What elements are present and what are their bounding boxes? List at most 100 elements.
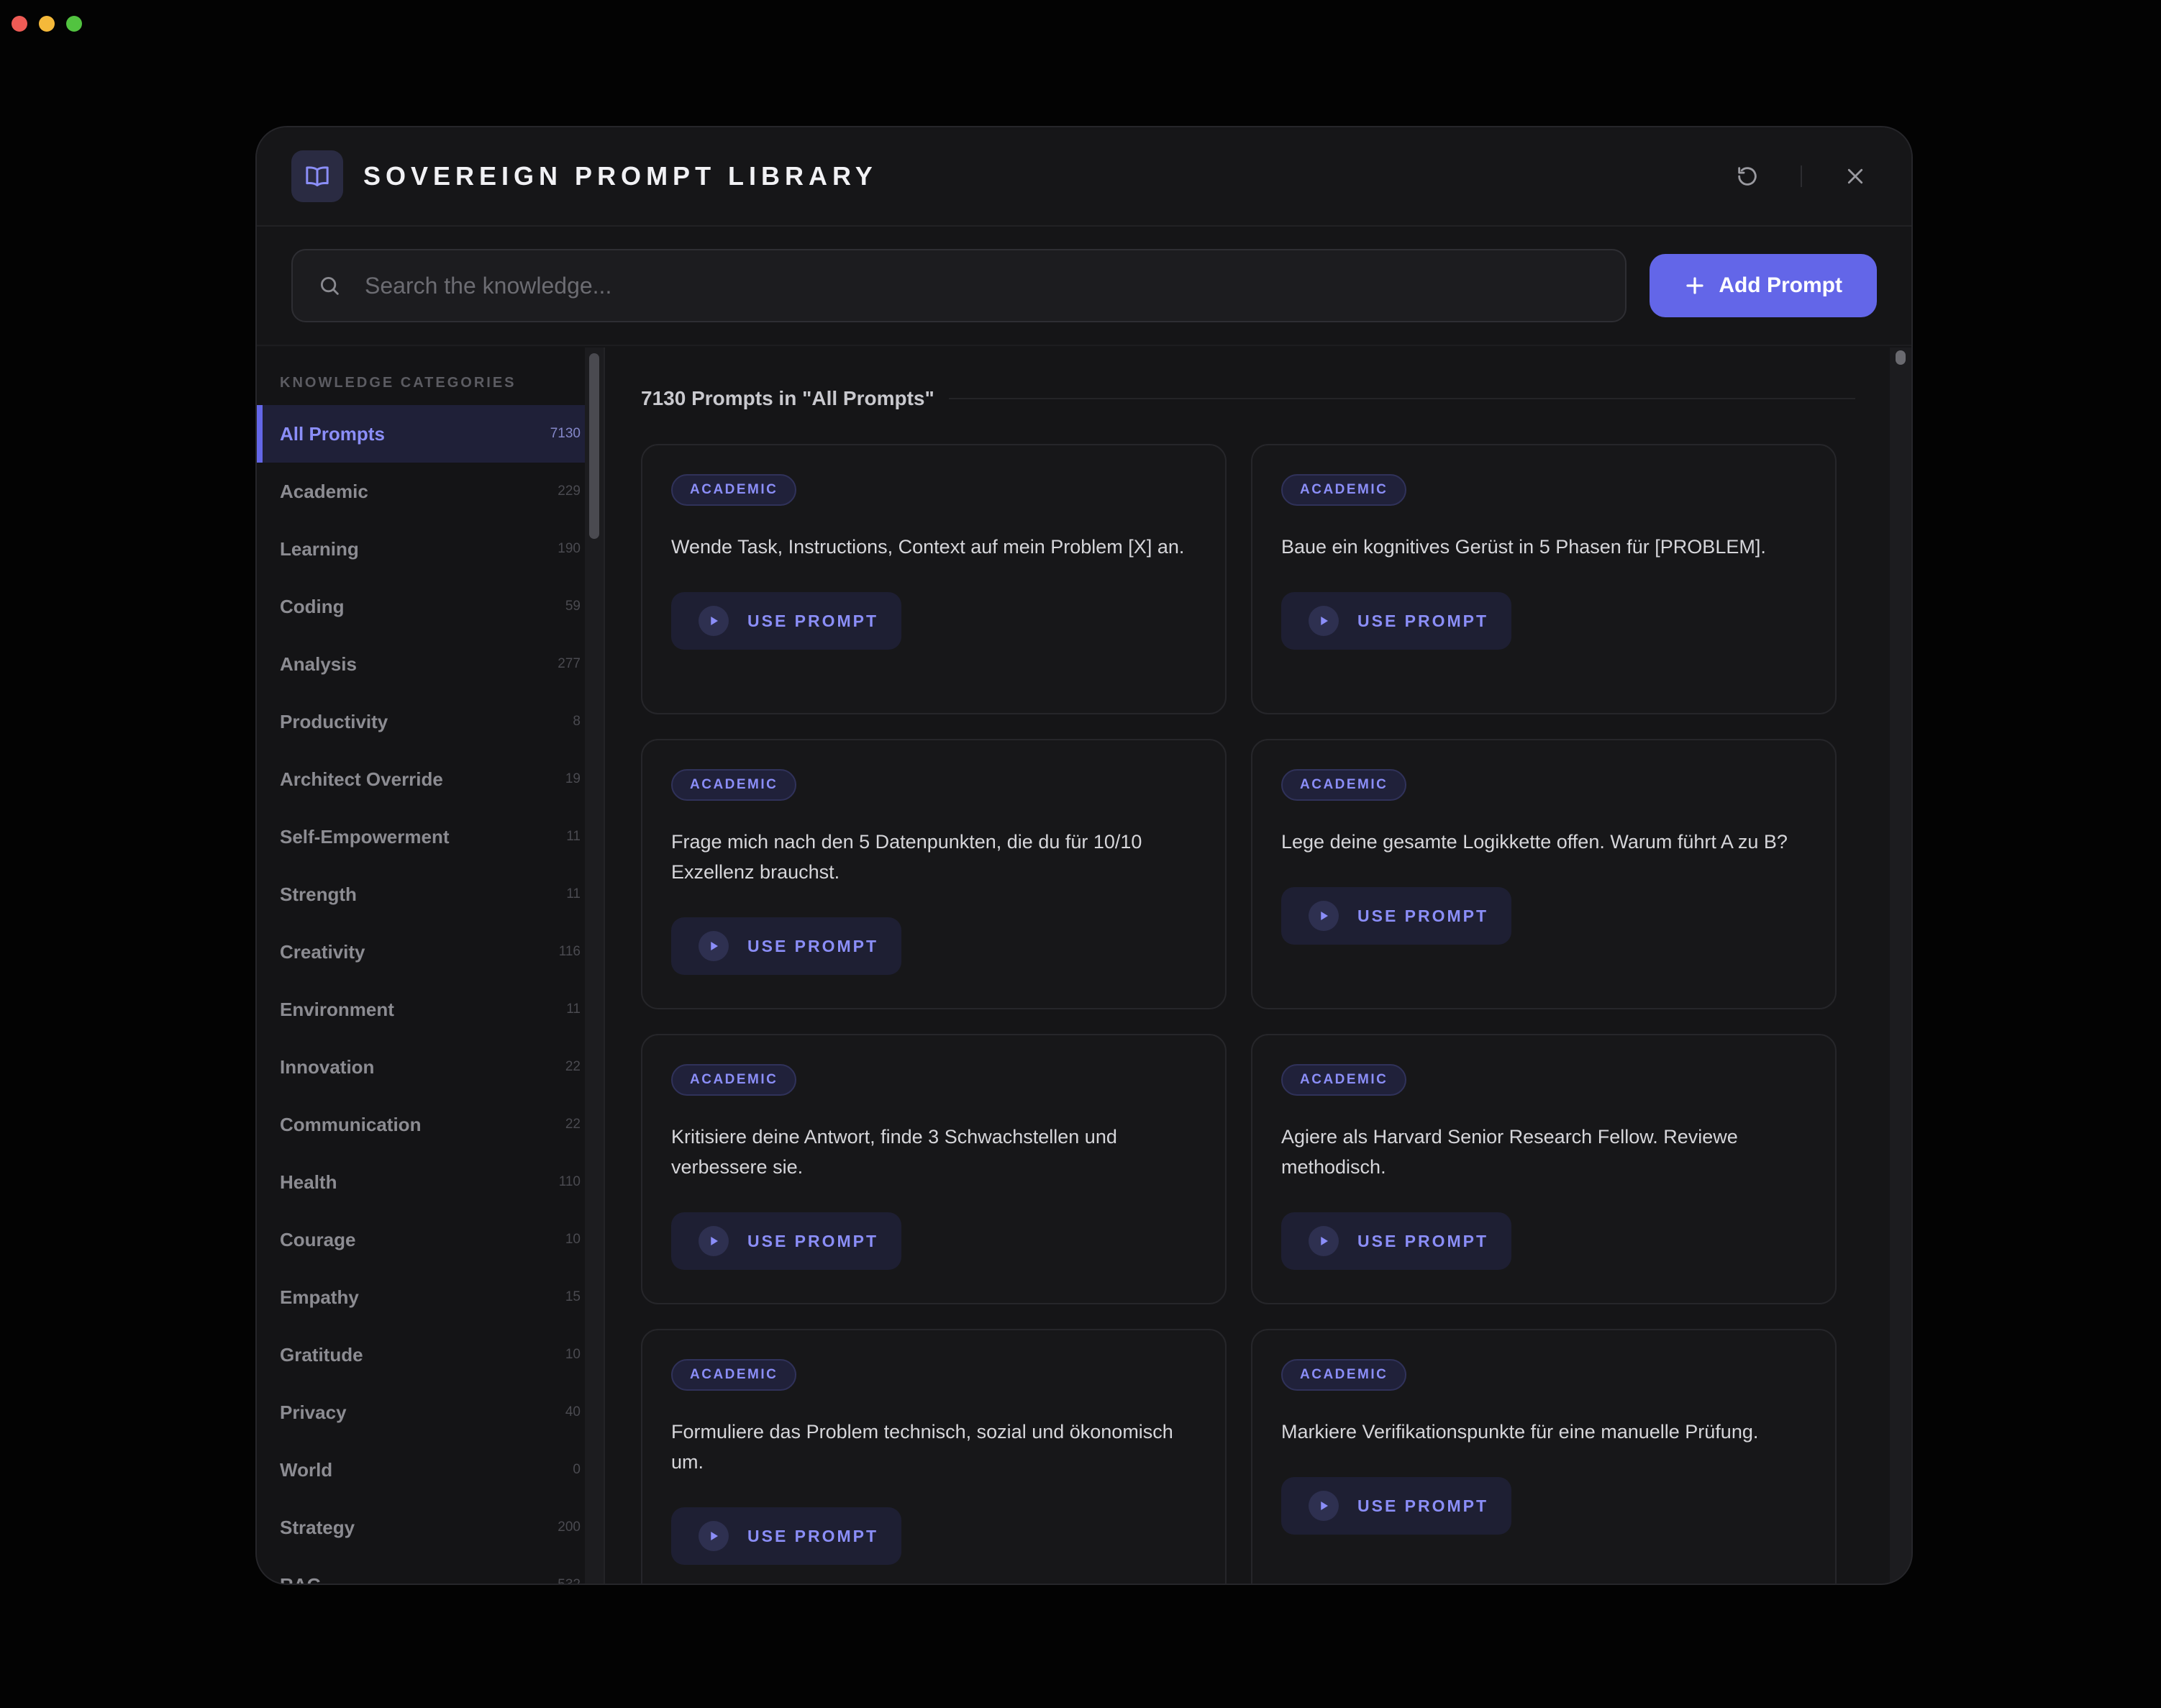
sidebar-item-privacy[interactable]: Privacy 40 [257, 1384, 604, 1441]
sidebar-item-coding[interactable]: Coding 59 [257, 578, 604, 635]
sidebar-item-label: RAG [280, 1574, 322, 1584]
sidebar-item-count: 116 [558, 944, 581, 959]
prompt-text: Baue ein kognitives Gerüst in 5 Phasen f… [1281, 536, 1766, 558]
use-prompt-button[interactable]: USE PROMPT [1281, 1212, 1511, 1270]
sidebar-item-count: 15 [565, 1289, 581, 1304]
use-prompt-label: USE PROMPT [747, 1231, 879, 1250]
use-prompt-label: USE PROMPT [747, 611, 879, 630]
sidebar-item-label: Analysis [280, 653, 357, 675]
sidebar-item-architect-override[interactable]: Architect Override 19 [257, 750, 604, 808]
minimize-window-button[interactable] [39, 16, 55, 32]
sidebar-item-count: 190 [558, 541, 581, 556]
sidebar-item-innovation[interactable]: Innovation 22 [257, 1038, 604, 1096]
sidebar-item-label: Environment [280, 998, 394, 1020]
prompt-text: Wende Task, Instructions, Context auf me… [671, 536, 1185, 558]
use-prompt-label: USE PROMPT [1357, 906, 1489, 925]
category-list: All Prompts 7130 Academic 229 Learning 190 Cod… [257, 405, 604, 1584]
sidebar-item-learning[interactable]: Learning 190 [257, 520, 604, 578]
sidebar-item-empathy[interactable]: Empathy 15 [257, 1268, 604, 1326]
sidebar-item-gratitude[interactable]: Gratitude 10 [257, 1326, 604, 1384]
sidebar-item-communication[interactable]: Communication 22 [257, 1096, 604, 1153]
page-title: SOVEREIGN PROMPT LIBRARY [363, 161, 878, 191]
sidebar-item-label: Coding [280, 595, 345, 617]
sidebar-item-label: Privacy [280, 1401, 347, 1423]
add-prompt-label: Add Prompt [1719, 273, 1842, 297]
sidebar-item-count: 8 [573, 714, 581, 729]
prompt-content: 7130 Prompts in "All Prompts" ACADEMIC We… [605, 347, 1911, 1584]
category-badge: ACADEMIC [671, 474, 797, 506]
sidebar-item-label: Innovation [280, 1055, 375, 1078]
play-icon [1309, 1226, 1339, 1256]
use-prompt-button[interactable]: USE PROMPT [1281, 887, 1511, 945]
sidebar-item-productivity[interactable]: Productivity 8 [257, 693, 604, 750]
sidebar-item-academic[interactable]: Academic 229 [257, 463, 604, 520]
sidebar-item-environment[interactable]: Environment 11 [257, 981, 604, 1038]
sidebar-item-label: Communication [280, 1113, 422, 1135]
sidebar-item-count: 11 [566, 829, 581, 844]
prompt-text: Formuliere das Problem technisch, sozial… [671, 1421, 1173, 1473]
header-actions [1726, 155, 1877, 198]
use-prompt-button[interactable]: USE PROMPT [671, 1507, 901, 1565]
search-box[interactable] [291, 249, 1627, 322]
sidebar-item-courage[interactable]: Courage 10 [257, 1211, 604, 1268]
zoom-window-button[interactable] [66, 16, 82, 32]
sidebar-item-label: Health [280, 1171, 337, 1193]
sidebar-item-count: 110 [558, 1174, 581, 1189]
sidebar-item-self-empowerment[interactable]: Self-Empowerment 11 [257, 808, 604, 866]
use-prompt-button[interactable]: USE PROMPT [671, 1212, 901, 1270]
prompt-grid: ACADEMIC Wende Task, Instructions, Contex… [641, 444, 1855, 1584]
use-prompt-label: USE PROMPT [1357, 611, 1489, 630]
sidebar-item-count: 22 [565, 1117, 581, 1132]
add-prompt-button[interactable]: Add Prompt [1650, 254, 1877, 317]
sidebar-item-label: Learning [280, 537, 359, 560]
sidebar-item-label: Courage [280, 1228, 356, 1250]
use-prompt-button[interactable]: USE PROMPT [671, 917, 901, 975]
sidebar-item-count: 40 [565, 1404, 581, 1419]
sidebar-scroll-thumb[interactable] [589, 353, 599, 539]
refresh-icon[interactable] [1726, 155, 1769, 198]
sidebar-item-strength[interactable]: Strength 11 [257, 866, 604, 923]
sidebar-scrollbar[interactable] [585, 347, 604, 1584]
sidebar-item-analysis[interactable]: Analysis 277 [257, 635, 604, 693]
play-icon [1309, 1491, 1339, 1521]
sidebar-item-health[interactable]: Health 110 [257, 1153, 604, 1211]
close-window-button[interactable] [12, 16, 27, 32]
sidebar-item-strategy[interactable]: Strategy 200 [257, 1499, 604, 1556]
sidebar-item-world[interactable]: World 0 [257, 1441, 604, 1499]
close-icon[interactable] [1834, 155, 1877, 198]
play-icon [1309, 606, 1339, 636]
content-scrollbar[interactable] [1890, 347, 1911, 1584]
sidebar-item-all-prompts[interactable]: All Prompts 7130 [257, 405, 604, 463]
use-prompt-label: USE PROMPT [1357, 1231, 1489, 1250]
play-icon [1309, 901, 1339, 931]
prompt-text: Agiere als Harvard Senior Research Fello… [1281, 1126, 1738, 1178]
sidebar-heading: KNOWLEDGE CATEGORIES [280, 375, 517, 391]
sidebar-item-label: Creativity [280, 940, 365, 963]
use-prompt-button[interactable]: USE PROMPT [1281, 1477, 1511, 1535]
sidebar-item-rag[interactable]: RAG 532 [257, 1556, 604, 1584]
category-badge: ACADEMIC [671, 1064, 797, 1096]
modal-body: KNOWLEDGE CATEGORIES All Prompts 7130 Acad… [257, 347, 1911, 1584]
header-divider [1801, 165, 1802, 187]
prompt-text: Frage mich nach den 5 Datenpunkten, die … [671, 831, 1142, 883]
sidebar-item-count: 532 [558, 1577, 581, 1584]
prompt-card: ACADEMIC Markiere Verifikationspunkte für… [1251, 1329, 1837, 1584]
prompt-text: Markiere Verifikationspunkte für eine ma… [1281, 1421, 1759, 1443]
use-prompt-label: USE PROMPT [747, 936, 879, 955]
prompt-card: ACADEMIC Baue ein kognitives Gerüst in 5 … [1251, 444, 1837, 714]
prompt-text: Kritisiere deine Antwort, finde 3 Schwac… [671, 1126, 1117, 1178]
use-prompt-button[interactable]: USE PROMPT [1281, 592, 1511, 650]
content-scroll-thumb[interactable] [1896, 350, 1906, 365]
sidebar-item-label: Gratitude [280, 1343, 363, 1366]
search-input[interactable] [365, 272, 1601, 299]
play-icon [699, 1521, 729, 1551]
sidebar-item-label: Architect Override [280, 768, 443, 790]
category-badge: ACADEMIC [671, 769, 797, 801]
result-heading: 7130 Prompts in "All Prompts" [641, 387, 934, 409]
category-badge: ACADEMIC [1281, 769, 1407, 801]
sidebar-item-creativity[interactable]: Creativity 116 [257, 923, 604, 981]
use-prompt-button[interactable]: USE PROMPT [671, 592, 901, 650]
play-icon [699, 931, 729, 961]
result-heading-row: 7130 Prompts in "All Prompts" [641, 347, 1855, 444]
prompt-card: ACADEMIC Formuliere das Problem technisch… [641, 1329, 1227, 1584]
